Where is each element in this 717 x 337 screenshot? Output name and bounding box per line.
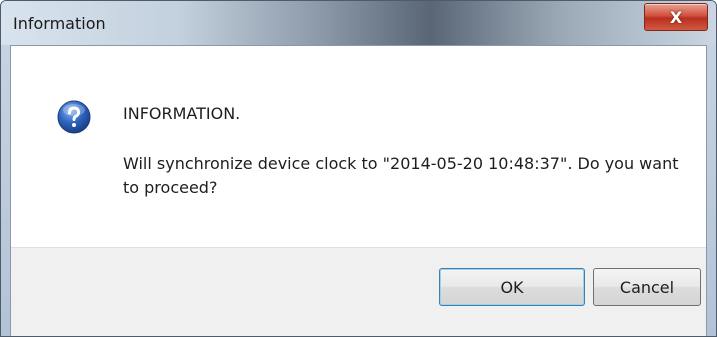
question-icon bbox=[57, 100, 91, 134]
message-area: INFORMATION. Will synchronize device clo… bbox=[11, 46, 706, 247]
dialog-message: Will synchronize device clock to "2014-0… bbox=[123, 154, 679, 197]
close-button[interactable]: X bbox=[644, 3, 708, 31]
cancel-button[interactable]: Cancel bbox=[593, 268, 701, 306]
title-bar[interactable]: Information X bbox=[1, 1, 716, 45]
dialog-body: INFORMATION. Will synchronize device clo… bbox=[10, 45, 707, 336]
close-icon: X bbox=[669, 7, 683, 27]
dialog-window: Information X INFORMATION. Will synchron… bbox=[0, 0, 717, 337]
dialog-heading: INFORMATION. bbox=[123, 104, 241, 123]
window-title: Information bbox=[13, 14, 106, 33]
ok-button[interactable]: OK bbox=[439, 268, 585, 306]
button-bar: OK Cancel bbox=[11, 247, 706, 336]
